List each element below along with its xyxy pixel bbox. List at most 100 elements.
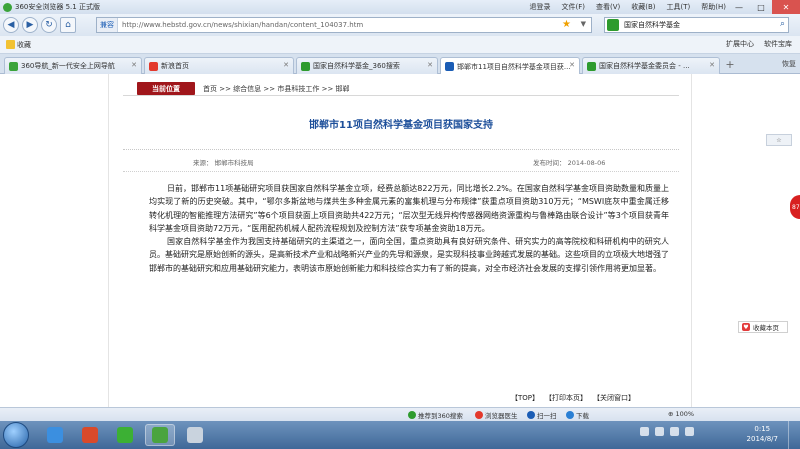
menu-favorites[interactable]: 收藏(B): [631, 2, 655, 12]
favorites-folder-icon: [6, 40, 15, 49]
tab-article[interactable]: 邯郸市11项目自然科学基金项目获... ✕: [440, 57, 580, 75]
taskbar-app-tool[interactable]: [180, 424, 210, 446]
tab-label: 360导航_新一代安全上网导航: [21, 62, 115, 70]
restore-tab-button[interactable]: 恢复: [782, 59, 796, 69]
volume-icon[interactable]: [685, 427, 694, 436]
menu-bar: 退登录 文件(F) 查看(V) 收藏(B) 工具(T) 帮助(H): [529, 2, 726, 12]
url-text[interactable]: http://www.hebstd.gov.cn/news/shixian/ha…: [122, 21, 363, 29]
tab-label: 新浪首页: [161, 62, 189, 70]
taskbar-app-ie[interactable]: [40, 424, 70, 446]
maximize-button[interactable]: □: [750, 0, 772, 14]
refresh-button[interactable]: ↻: [41, 17, 57, 33]
floating-ad[interactable]: 87: [790, 195, 800, 219]
article-title: 邯郸市11项自然科学基金项目获国家支持: [309, 120, 493, 131]
search-engine-icon[interactable]: [607, 19, 619, 31]
tab-nsfc[interactable]: 国家自然科学基金委员会 - ... ✕: [582, 57, 720, 74]
download-icon: [566, 411, 574, 419]
tray-icon[interactable]: [640, 427, 649, 436]
forward-arrow-icon: ▶: [26, 20, 34, 30]
article-date: 发布时间： 2014-08-06: [533, 159, 606, 167]
tab-sina[interactable]: 新浪首页 ✕: [144, 57, 294, 74]
site-favicon-icon: [587, 61, 596, 71]
article-paragraph: 日前，邯郸市11项基础研究项目获国家自然科学基金立项，经费总额达822万元，同比…: [149, 184, 669, 233]
article-container: 当前位置 首页 >> 综合信息 >> 市县科技工作 >> 邯郸 邯郸市11项自然…: [108, 74, 692, 407]
compat-mode-button[interactable]: 兼容: [97, 18, 118, 32]
bookmark-star-icon[interactable]: ★: [562, 19, 571, 30]
doctor-icon: [475, 411, 483, 419]
new-tab-button[interactable]: +: [722, 58, 738, 73]
software-store-button[interactable]: 软件宝库: [764, 39, 792, 49]
back-button[interactable]: ◀: [3, 17, 19, 33]
menu-login[interactable]: 退登录: [529, 2, 550, 12]
windows-taskbar: 0:15 2014/8/7: [0, 421, 800, 449]
clock-time: 0:15: [754, 425, 771, 433]
tray-icon[interactable]: [655, 427, 664, 436]
tab-360-search[interactable]: 国家自然科学基金_360搜索 ✕: [296, 57, 438, 74]
location-badge: 当前位置: [137, 82, 195, 95]
tab-close-icon[interactable]: ✕: [569, 61, 575, 69]
scan-qr[interactable]: 扫一扫: [527, 410, 557, 420]
clock[interactable]: 0:15 2014/8/7: [747, 424, 778, 444]
tab-close-icon[interactable]: ✕: [427, 61, 433, 69]
star-icon: ☆: [776, 136, 782, 144]
article-footer-links: 【TOP】 【打印本页】 【关闭窗口】: [511, 393, 635, 403]
heart-icon: ♥: [742, 323, 750, 331]
home-button[interactable]: ⌂: [60, 17, 76, 33]
search-input[interactable]: 国家自然科学基金 ⌕: [604, 17, 789, 33]
address-input[interactable]: 兼容 http://www.hebstd.gov.cn/news/shixian…: [96, 17, 592, 33]
menu-help[interactable]: 帮助(H): [701, 2, 726, 12]
divider: [123, 171, 679, 172]
floating-widget[interactable]: ☆: [766, 134, 792, 146]
menu-tools[interactable]: 工具(T): [667, 2, 691, 12]
minimize-button[interactable]: —: [728, 0, 750, 14]
search-query[interactable]: 国家自然科学基金: [624, 20, 680, 30]
tab-close-icon[interactable]: ✕: [131, 61, 137, 69]
menu-view[interactable]: 查看(V): [596, 2, 620, 12]
article-body: 日前，邯郸市11项基础研究项目获国家自然科学基金立项，经费总额达822万元，同比…: [149, 182, 669, 275]
article-source: 来源： 邯郸市科技局: [193, 159, 254, 167]
status-label: 扫一扫: [537, 412, 557, 420]
close-button[interactable]: ✕: [772, 0, 800, 14]
extension-center-button[interactable]: 扩展中心: [726, 39, 754, 49]
status-label: 下载: [576, 412, 589, 420]
page-content: 当前位置 首页 >> 综合信息 >> 市县科技工作 >> 邯郸 邯郸市11项自然…: [0, 74, 800, 407]
forward-button[interactable]: ▶: [22, 17, 38, 33]
browser-doctor[interactable]: 浏览器医生: [475, 410, 518, 420]
downloads[interactable]: 下载: [566, 410, 589, 420]
tab-close-icon[interactable]: ✕: [709, 61, 715, 69]
print-link[interactable]: 【打印本页】: [545, 393, 587, 403]
article-paragraph: 国家自然科学基金作为我国支持基础研究的主渠道之一，面向全国，重点资助具有良好研究…: [149, 237, 669, 273]
tab-close-icon[interactable]: ✕: [283, 61, 289, 69]
tab-360-nav[interactable]: 360导航_新一代安全上网导航 ✕: [4, 57, 142, 74]
taskbar-app-office[interactable]: [75, 424, 105, 446]
favorites-bar: 收藏 扩展中心 软件宝库: [0, 36, 800, 54]
close-window-link[interactable]: 【关闭窗口】: [593, 393, 635, 403]
bookmark-page-label: 收藏本页: [753, 324, 779, 332]
clock-date: 2014/8/7: [746, 435, 778, 443]
window-title: 360安全浏览器 5.1 正式版: [15, 3, 100, 11]
window-controls: — □ ✕: [728, 0, 800, 14]
address-toolbar: ◀ ▶ ↻ ⌂ 兼容 http://www.hebstd.gov.cn/news…: [0, 14, 800, 36]
zoom-control[interactable]: ⊕ 100%: [668, 410, 694, 418]
menu-file[interactable]: 文件(F): [561, 2, 585, 12]
network-icon[interactable]: [670, 427, 679, 436]
top-link[interactable]: 【TOP】: [511, 393, 539, 403]
tool-icon: [187, 427, 203, 443]
search-icon[interactable]: ⌕: [780, 19, 785, 29]
url-dropdown-icon[interactable]: ▼: [581, 20, 586, 28]
site-favicon-icon: [9, 61, 18, 71]
start-button[interactable]: [3, 422, 29, 448]
show-desktop-button[interactable]: [788, 421, 800, 449]
favorites-label: 收藏: [17, 40, 31, 49]
browser-icon: [152, 427, 168, 443]
taskbar-app-360[interactable]: [145, 424, 175, 446]
breadcrumb[interactable]: 首页 >> 综合信息 >> 市县科技工作 >> 邯郸: [203, 84, 350, 94]
taskbar-app-wechat[interactable]: [110, 424, 140, 446]
favorites-button[interactable]: 收藏: [6, 40, 31, 50]
status-label: 推荐到360搜索: [418, 412, 463, 420]
bookmark-page-button[interactable]: ♥ 收藏本页: [738, 321, 788, 333]
recommend-360-search[interactable]: 推荐到360搜索: [408, 410, 463, 420]
divider: [123, 149, 679, 150]
status-label: 浏览器医生: [485, 412, 518, 420]
browser-logo-icon: [3, 2, 12, 12]
